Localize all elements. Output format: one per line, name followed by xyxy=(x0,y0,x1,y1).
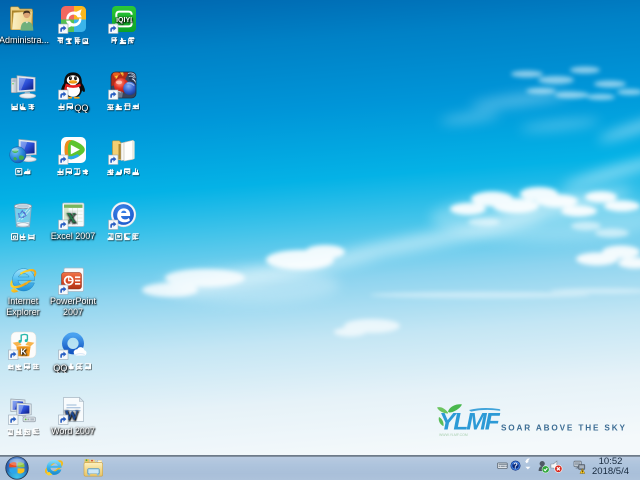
svg-text:YLMF: YLMF xyxy=(439,409,501,436)
svg-text:QQ: QQ xyxy=(53,363,67,373)
svg-text:iQIYI: iQIYI xyxy=(116,17,132,24)
svg-text:WWW.YLMF.COM: WWW.YLMF.COM xyxy=(439,433,468,437)
svg-text:?: ? xyxy=(513,462,518,471)
svg-text:K: K xyxy=(20,347,27,357)
svg-text:SOAR ABOVE THE SKY: SOAR ABOVE THE SKY xyxy=(501,424,627,433)
svg-text:QQ: QQ xyxy=(74,103,88,113)
